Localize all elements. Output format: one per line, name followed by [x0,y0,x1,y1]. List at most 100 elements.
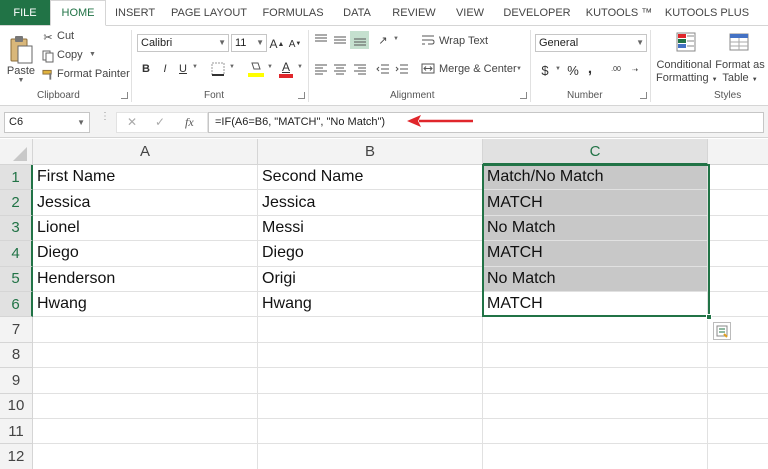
cell-b7[interactable] [258,317,483,343]
cell-d2[interactable] [708,190,768,216]
row-header-5[interactable]: 5 [0,266,33,292]
percent-button[interactable]: % [566,60,580,80]
cell-a1[interactable]: First Name [33,165,258,191]
wrap-text-button[interactable]: Wrap Text [439,35,488,47]
currency-dropdown-icon[interactable]: ▼ [555,66,561,72]
cell-d10[interactable] [708,394,768,419]
cell-d3[interactable] [708,216,768,242]
cell-a10[interactable] [33,393,258,419]
alignment-launcher-icon[interactable] [520,92,527,99]
formula-input[interactable]: =IF(A6=B6, "MATCH", "No Match") [208,112,764,133]
row-header-3[interactable]: 3 [0,215,33,242]
orientation-icon[interactable]: ↗ [375,32,391,48]
underline-button[interactable]: U [176,59,190,79]
cell-c1[interactable]: Match/No Match [483,165,708,191]
cell-c12[interactable] [483,444,708,469]
cell-b9[interactable] [258,368,483,394]
insert-function-icon[interactable]: fx [185,115,194,130]
tab-kutools-plus[interactable]: KUTOOLS PLUS [658,0,756,25]
cell-a11[interactable] [33,419,258,445]
conditional-formatting-button[interactable]: Conditional Formatting ▼ [656,59,718,87]
cell-a12[interactable] [33,444,258,469]
shrink-font-button[interactable]: A ▼ [288,34,302,54]
cell-d1[interactable] [708,165,768,191]
merge-center-button[interactable]: Merge & Center [439,63,517,75]
cell-d6[interactable] [708,292,768,318]
tab-view[interactable]: VIEW [446,0,494,25]
format-as-table-button[interactable]: Format as Table ▼ [715,59,765,87]
tab-insert[interactable]: INSERT [106,0,164,25]
align-bottom-icon[interactable] [350,31,369,49]
quick-analysis-icon[interactable] [713,322,731,340]
cell-d11[interactable] [708,419,768,445]
number-launcher-icon[interactable] [640,92,647,99]
cell-a6[interactable]: Hwang [33,292,258,318]
row-header-10[interactable]: 10 [0,393,33,419]
tab-page-layout[interactable]: PAGE LAYOUT [164,0,254,25]
align-middle-icon[interactable] [332,32,348,48]
fill-color-icon[interactable] [247,59,265,79]
row-header-2[interactable]: 2 [0,190,33,216]
cell-b6[interactable]: Hwang [258,292,483,318]
cell-a9[interactable] [33,368,258,394]
cell-a5[interactable]: Henderson [33,266,258,292]
fill-handle[interactable] [706,314,712,320]
grow-font-button[interactable]: A ▲ [270,34,285,54]
font-family-select[interactable]: Calibri ▼ [137,34,229,52]
cut-button[interactable]: Cut [57,30,74,42]
tab-formulas[interactable]: FORMULAS [254,0,332,25]
italic-button[interactable]: I [158,59,172,79]
decrease-decimal-button[interactable]: ⇢ [627,60,643,80]
clipboard-launcher-icon[interactable] [121,92,128,99]
fill-color-dropdown-icon[interactable]: ▼ [267,64,273,70]
cell-d8[interactable] [708,343,768,369]
cell-b5[interactable]: Origi [258,266,483,292]
cell-b12[interactable] [258,444,483,469]
align-center-icon[interactable] [332,61,348,77]
increase-indent-icon[interactable] [394,61,410,77]
cell-c10[interactable] [483,393,708,419]
row-header-1[interactable]: 1 [0,165,33,191]
tab-kutools[interactable]: KUTOOLS ™ [580,0,658,25]
row-header-6[interactable]: 6 [0,292,33,318]
cell-c2[interactable]: MATCH [483,190,708,216]
increase-decimal-button[interactable]: .00 [608,60,624,80]
cell-d5[interactable] [708,267,768,292]
cell-a4[interactable]: Diego [33,241,258,267]
row-header-12[interactable]: 12 [0,444,33,469]
cell-d9[interactable] [708,368,768,394]
cell-b2[interactable]: Jessica [258,190,483,216]
cell-d4[interactable] [708,241,768,267]
font-size-select[interactable]: 11 ▼ [231,34,267,52]
cell-b4[interactable]: Diego [258,241,483,267]
row-header-7[interactable]: 7 [0,317,33,343]
row-header-4[interactable]: 4 [0,241,33,267]
paste-button[interactable]: Paste ▼ [6,30,36,88]
tab-developer[interactable]: DEVELOPER [494,0,580,25]
column-header-d[interactable] [708,139,768,165]
underline-dropdown-icon[interactable]: ▼ [192,64,198,70]
cell-b10[interactable] [258,393,483,419]
align-left-icon[interactable] [313,61,329,77]
copy-button[interactable]: Copy [57,49,83,61]
select-all-corner[interactable] [0,139,33,165]
tab-home[interactable]: HOME [50,0,106,26]
align-top-icon[interactable] [313,32,329,48]
format-painter-button[interactable]: Format Painter [57,68,130,80]
tab-file[interactable]: FILE [0,0,50,25]
cell-b8[interactable] [258,342,483,369]
cell-b3[interactable]: Messi [258,215,483,242]
borders-icon[interactable] [210,61,226,77]
cell-c5[interactable]: No Match [483,266,708,292]
column-header-a[interactable]: A [33,139,258,165]
cell-b1[interactable]: Second Name [258,165,483,191]
number-format-select[interactable]: General ▼ [535,34,647,52]
row-header-9[interactable]: 9 [0,368,33,394]
orientation-dropdown-icon[interactable]: ▼ [393,36,399,42]
cell-a3[interactable]: Lionel [33,215,258,242]
row-header-11[interactable]: 11 [0,419,33,445]
cancel-icon[interactable]: ✕ [127,115,137,129]
cell-a2[interactable]: Jessica [33,190,258,216]
cell-c7[interactable] [483,317,708,343]
cell-c4[interactable]: MATCH [483,241,708,267]
